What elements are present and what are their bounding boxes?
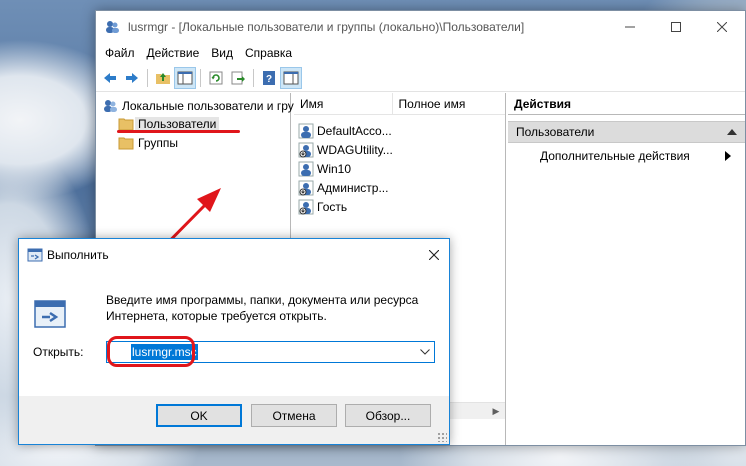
up-folder-button[interactable] — [152, 67, 174, 89]
resize-grip[interactable] — [437, 432, 447, 442]
run-close-button[interactable] — [419, 239, 449, 270]
run-dialog: Выполнить Введите имя программы, папки, … — [18, 238, 450, 445]
close-button[interactable] — [699, 11, 745, 42]
folder-icon — [118, 118, 134, 131]
cancel-button[interactable]: Отмена — [251, 404, 337, 427]
user-icon — [298, 161, 314, 176]
menu-view[interactable]: Вид — [205, 46, 239, 60]
toolbar-separator — [200, 68, 201, 87]
tree-item-users-label: Пользователи — [135, 117, 220, 131]
collapse-up-icon — [727, 129, 737, 135]
run-icon — [34, 300, 66, 328]
disabled-user-icon — [298, 199, 314, 214]
forward-arrow-icon — [126, 72, 138, 83]
close-icon — [429, 249, 439, 260]
toolbar: ? — [96, 64, 745, 92]
list-item[interactable]: Администр... — [298, 178, 388, 197]
annotation-highlight — [107, 336, 195, 367]
run-titlebar[interactable]: Выполнить — [19, 239, 449, 270]
forward-button[interactable] — [121, 67, 143, 89]
menu-action[interactable]: Действие — [141, 46, 206, 60]
tree-item-groups[interactable]: Группы — [118, 134, 178, 152]
actions-header: Действия — [508, 93, 745, 115]
run-content: Введите имя программы, папки, документа … — [19, 270, 449, 396]
list-item-label: DefaultAcco... — [317, 123, 392, 138]
user-icon — [298, 123, 314, 138]
chevron-down-icon[interactable] — [416, 342, 434, 362]
submenu-arrow-icon — [725, 151, 731, 161]
column-fullname[interactable]: Полное имя — [393, 93, 505, 115]
list-item-label: Win10 — [317, 161, 352, 176]
tree-root[interactable]: Локальные пользователи и гру — [102, 97, 294, 115]
window-title: lusrmgr - [Локальные пользователи и груп… — [128, 19, 525, 34]
run-description: Введите имя программы, папки, документа … — [106, 293, 419, 323]
list-item-label: WDAGUtility... — [317, 142, 393, 157]
export-list-button[interactable] — [227, 67, 249, 89]
back-arrow-icon — [104, 72, 116, 83]
refresh-icon — [209, 71, 223, 84]
action-pane-icon — [283, 71, 299, 84]
annotation-underline — [117, 130, 240, 133]
run-app-icon — [27, 248, 43, 261]
run-title: Выполнить — [47, 247, 109, 262]
window-titlebar[interactable]: lusrmgr - [Локальные пользователи и груп… — [96, 11, 745, 42]
list-item[interactable]: DefaultAcco... — [298, 121, 392, 140]
more-actions-item[interactable]: Дополнительные действия — [508, 143, 745, 169]
menu-help[interactable]: Справка — [239, 46, 298, 60]
back-button[interactable] — [99, 67, 121, 89]
console-tree-icon — [177, 71, 193, 84]
menu-bar: Файл Действие Вид Справка — [96, 42, 745, 64]
disabled-user-icon — [298, 180, 314, 195]
users-groups-icon — [104, 100, 117, 112]
users-app-icon — [104, 19, 120, 35]
column-name[interactable]: Имя — [294, 93, 393, 115]
browse-button[interactable]: Обзор... — [345, 404, 431, 427]
ok-button[interactable]: OK — [156, 404, 242, 427]
more-actions-label: Дополнительные действия — [540, 149, 690, 163]
actions-section-users[interactable]: Пользователи — [508, 121, 745, 143]
disabled-user-icon — [298, 142, 314, 157]
menu-file[interactable]: Файл — [99, 46, 141, 60]
tree-root-label: Локальные пользователи и гру — [122, 99, 294, 113]
list-item-label: Администр... — [317, 180, 389, 195]
scroll-right-icon[interactable]: ▶ — [489, 405, 503, 418]
tree-item-groups-label: Группы — [138, 136, 178, 150]
minimize-button[interactable] — [607, 11, 653, 42]
refresh-button[interactable] — [205, 67, 227, 89]
list-item[interactable]: WDAGUtility... — [298, 140, 393, 159]
list-header: Имя Полное имя — [294, 93, 505, 115]
folder-up-icon — [156, 72, 170, 84]
maximize-button[interactable] — [653, 11, 699, 42]
folder-icon — [118, 137, 134, 150]
help-icon: ? — [263, 70, 275, 85]
toolbar-separator — [253, 68, 254, 87]
show-hide-tree-button[interactable] — [174, 66, 196, 89]
list-item[interactable]: Win10 — [298, 159, 351, 178]
run-footer: OK Отмена Обзор... — [19, 396, 449, 444]
list-item[interactable]: Гость — [298, 197, 347, 216]
show-hide-action-pane-button[interactable] — [280, 66, 302, 89]
svg-text:?: ? — [266, 74, 272, 85]
toolbar-separator — [147, 68, 148, 87]
help-button[interactable]: ? — [258, 67, 280, 89]
list-item-label: Гость — [317, 199, 348, 214]
actions-pane: Действия Пользователи Дополнительные дей… — [508, 93, 745, 445]
export-icon — [231, 71, 245, 84]
open-label: Открыть: — [33, 345, 84, 359]
actions-section-label: Пользователи — [516, 125, 595, 139]
